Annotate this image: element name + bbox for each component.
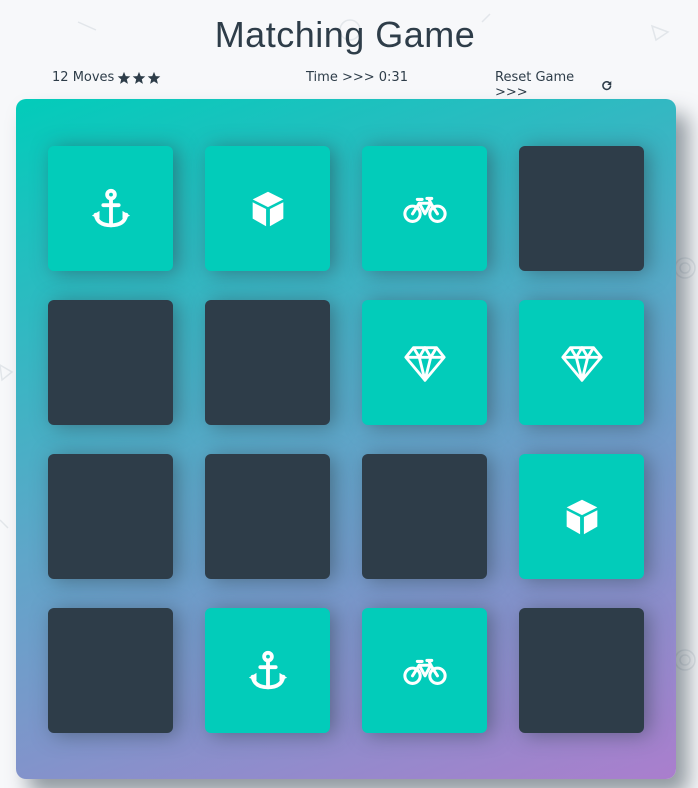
card-hidden[interactable] (519, 608, 644, 733)
bicycle-icon (402, 658, 447, 685)
bicycle-icon (402, 196, 447, 223)
star-rating (117, 71, 162, 85)
card-deck (16, 99, 676, 779)
card-matched[interactable] (205, 608, 330, 733)
card-matched[interactable] (205, 146, 330, 271)
reset-game-button[interactable]: Reset Game >>> (495, 70, 612, 100)
star-icon (133, 71, 146, 84)
card-hidden[interactable] (205, 300, 330, 425)
moves-label: Moves (72, 70, 115, 85)
anchor-icon (91, 188, 130, 227)
diamond-icon (403, 345, 446, 382)
card-matched[interactable] (519, 454, 644, 579)
card-matched[interactable] (362, 608, 487, 733)
card-hidden[interactable] (48, 300, 173, 425)
card-hidden[interactable] (519, 146, 644, 271)
timer-value: 0:31 (378, 70, 408, 85)
cube-icon (566, 499, 597, 534)
card-matched[interactable] (362, 146, 487, 271)
card-matched[interactable] (48, 146, 173, 271)
page-title: Matching Game (214, 14, 476, 55)
timer-label: Time >>> (306, 70, 379, 85)
anchor-icon (248, 650, 287, 689)
cube-icon (252, 191, 283, 226)
repeat-icon (601, 80, 611, 90)
card-hidden[interactable] (48, 608, 173, 733)
timer: Time >>> 0:31 (306, 70, 408, 85)
diamond-icon (560, 345, 603, 382)
card-hidden[interactable] (362, 454, 487, 579)
score-panel: 12 Moves Time >>> 0:31 Reset Game >>> (52, 70, 612, 100)
star-icon (148, 71, 161, 84)
card-matched[interactable] (519, 300, 644, 425)
reset-game-label: Reset Game >>> (495, 70, 575, 100)
star-icon (118, 71, 131, 84)
moves-counter: 12 Moves (52, 70, 162, 85)
moves-count: 12 (52, 70, 69, 85)
card-hidden[interactable] (205, 454, 330, 579)
card-hidden[interactable] (48, 454, 173, 579)
card-matched[interactable] (362, 300, 487, 425)
